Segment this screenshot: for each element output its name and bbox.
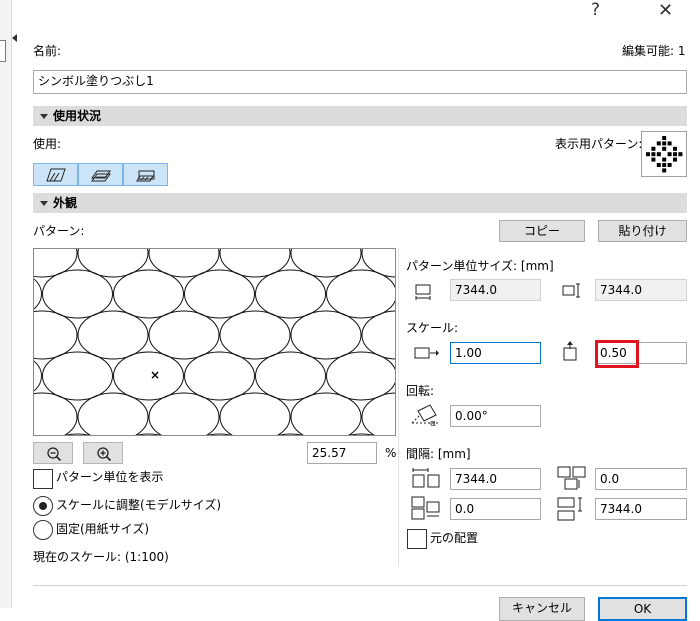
close-button[interactable]: ✕ <box>658 0 673 21</box>
usage-cover-fill-button[interactable] <box>78 163 123 186</box>
cancel-button[interactable]: キャンセル <box>499 597 585 621</box>
expand-triangle-icon <box>40 114 48 119</box>
usage-section-header[interactable]: 使用状況 <box>33 106 687 126</box>
unit-width-input: 7344.0 <box>450 279 541 301</box>
radio-selected-dot <box>39 502 47 510</box>
fixed-paper-label: 固定(用紙サイズ) <box>56 522 150 536</box>
usage-label: 使用: <box>33 137 62 151</box>
fixed-paper-radio[interactable] <box>33 520 53 540</box>
display-pattern-label: 表示用パターン: <box>555 137 643 151</box>
name-label: 名前: <box>33 44 62 58</box>
show-unit-label: パターン単位を表示 <box>56 470 164 484</box>
scale-x-input[interactable]: 1.00 <box>450 342 541 364</box>
spacing-horizontal-icon <box>412 468 440 488</box>
spacing-horizontal-input[interactable]: 7344.0 <box>450 468 541 490</box>
pattern-preview[interactable]: × <box>33 248 396 436</box>
spacing-label: 間隔: [mm] <box>406 447 471 461</box>
copy-button[interactable]: コピー <box>499 220 585 242</box>
left-panel-edge <box>0 40 6 62</box>
ellipse-pattern-icon: × <box>34 249 395 435</box>
unit-width-icon <box>415 284 431 300</box>
show-unit-checkbox[interactable] <box>33 469 53 489</box>
zoom-out-icon <box>47 447 62 462</box>
appearance-section-header[interactable]: 外観 <box>33 193 687 213</box>
offset-y-icon <box>411 496 440 520</box>
zoom-input[interactable]: 25.57 <box>307 442 377 464</box>
original-placement-label: 元の配置 <box>430 531 479 545</box>
scale-label: スケール: <box>406 321 459 335</box>
cut-fill-icon <box>136 170 155 182</box>
zoom-out-button[interactable] <box>33 442 73 464</box>
rotation-icon: α <box>411 404 438 427</box>
usage-section-title: 使用状況 <box>53 109 102 123</box>
dotted-diamond-pattern-icon <box>646 136 683 173</box>
column-divider <box>398 248 399 566</box>
scale-model-radio[interactable] <box>33 496 53 516</box>
zoom-in-button[interactable] <box>83 442 123 464</box>
paste-button[interactable]: 貼り付け <box>598 220 687 242</box>
left-panel-strip <box>0 0 12 608</box>
display-pattern-preview[interactable] <box>641 131 687 177</box>
cover-fill-icon <box>91 170 111 182</box>
pattern-label: パターン: <box>33 224 85 238</box>
rotation-label: 回転: <box>406 384 435 398</box>
rotation-input[interactable]: 0.00° <box>450 405 541 427</box>
appearance-section-title: 外観 <box>53 196 78 210</box>
unit-height-input: 7344.0 <box>595 279 687 301</box>
ok-button[interactable]: OK <box>598 597 687 621</box>
current-scale-label: 現在のスケール: (1:100) <box>33 550 169 564</box>
spacing-vertical-input[interactable]: 7344.0 <box>595 498 687 520</box>
unit-height-icon <box>562 283 580 298</box>
footer-divider <box>33 585 687 586</box>
offset-x-icon <box>557 466 586 490</box>
expand-triangle-icon <box>40 201 48 206</box>
usage-cut-fill-button[interactable] <box>123 163 168 186</box>
name-input[interactable]: シンボル塗りつぶし1 <box>33 70 687 94</box>
unit-size-label: パターン単位サイズ: [mm] <box>406 259 554 273</box>
svg-text:×: × <box>150 368 160 382</box>
scale-x-icon <box>414 347 439 359</box>
zoom-in-icon <box>97 447 112 462</box>
drafting-fill-icon <box>46 168 66 182</box>
offset-x-input[interactable]: 0.0 <box>595 468 687 490</box>
zoom-unit: % <box>385 446 397 460</box>
help-button[interactable]: ? <box>591 0 600 20</box>
scale-y-icon <box>563 341 577 361</box>
spacing-vertical-icon <box>557 497 582 521</box>
scale-y-highlight <box>595 340 639 368</box>
usage-drafting-fill-button[interactable] <box>33 163 78 186</box>
editable-count: 編集可能: 1 <box>622 44 686 58</box>
scale-model-label: スケールに調整(モデルサイズ) <box>56 498 222 512</box>
original-placement-checkbox[interactable] <box>407 529 427 549</box>
svg-text:α: α <box>430 419 436 427</box>
collapse-panel-icon[interactable] <box>12 34 17 42</box>
offset-y-input[interactable]: 0.0 <box>450 498 541 520</box>
